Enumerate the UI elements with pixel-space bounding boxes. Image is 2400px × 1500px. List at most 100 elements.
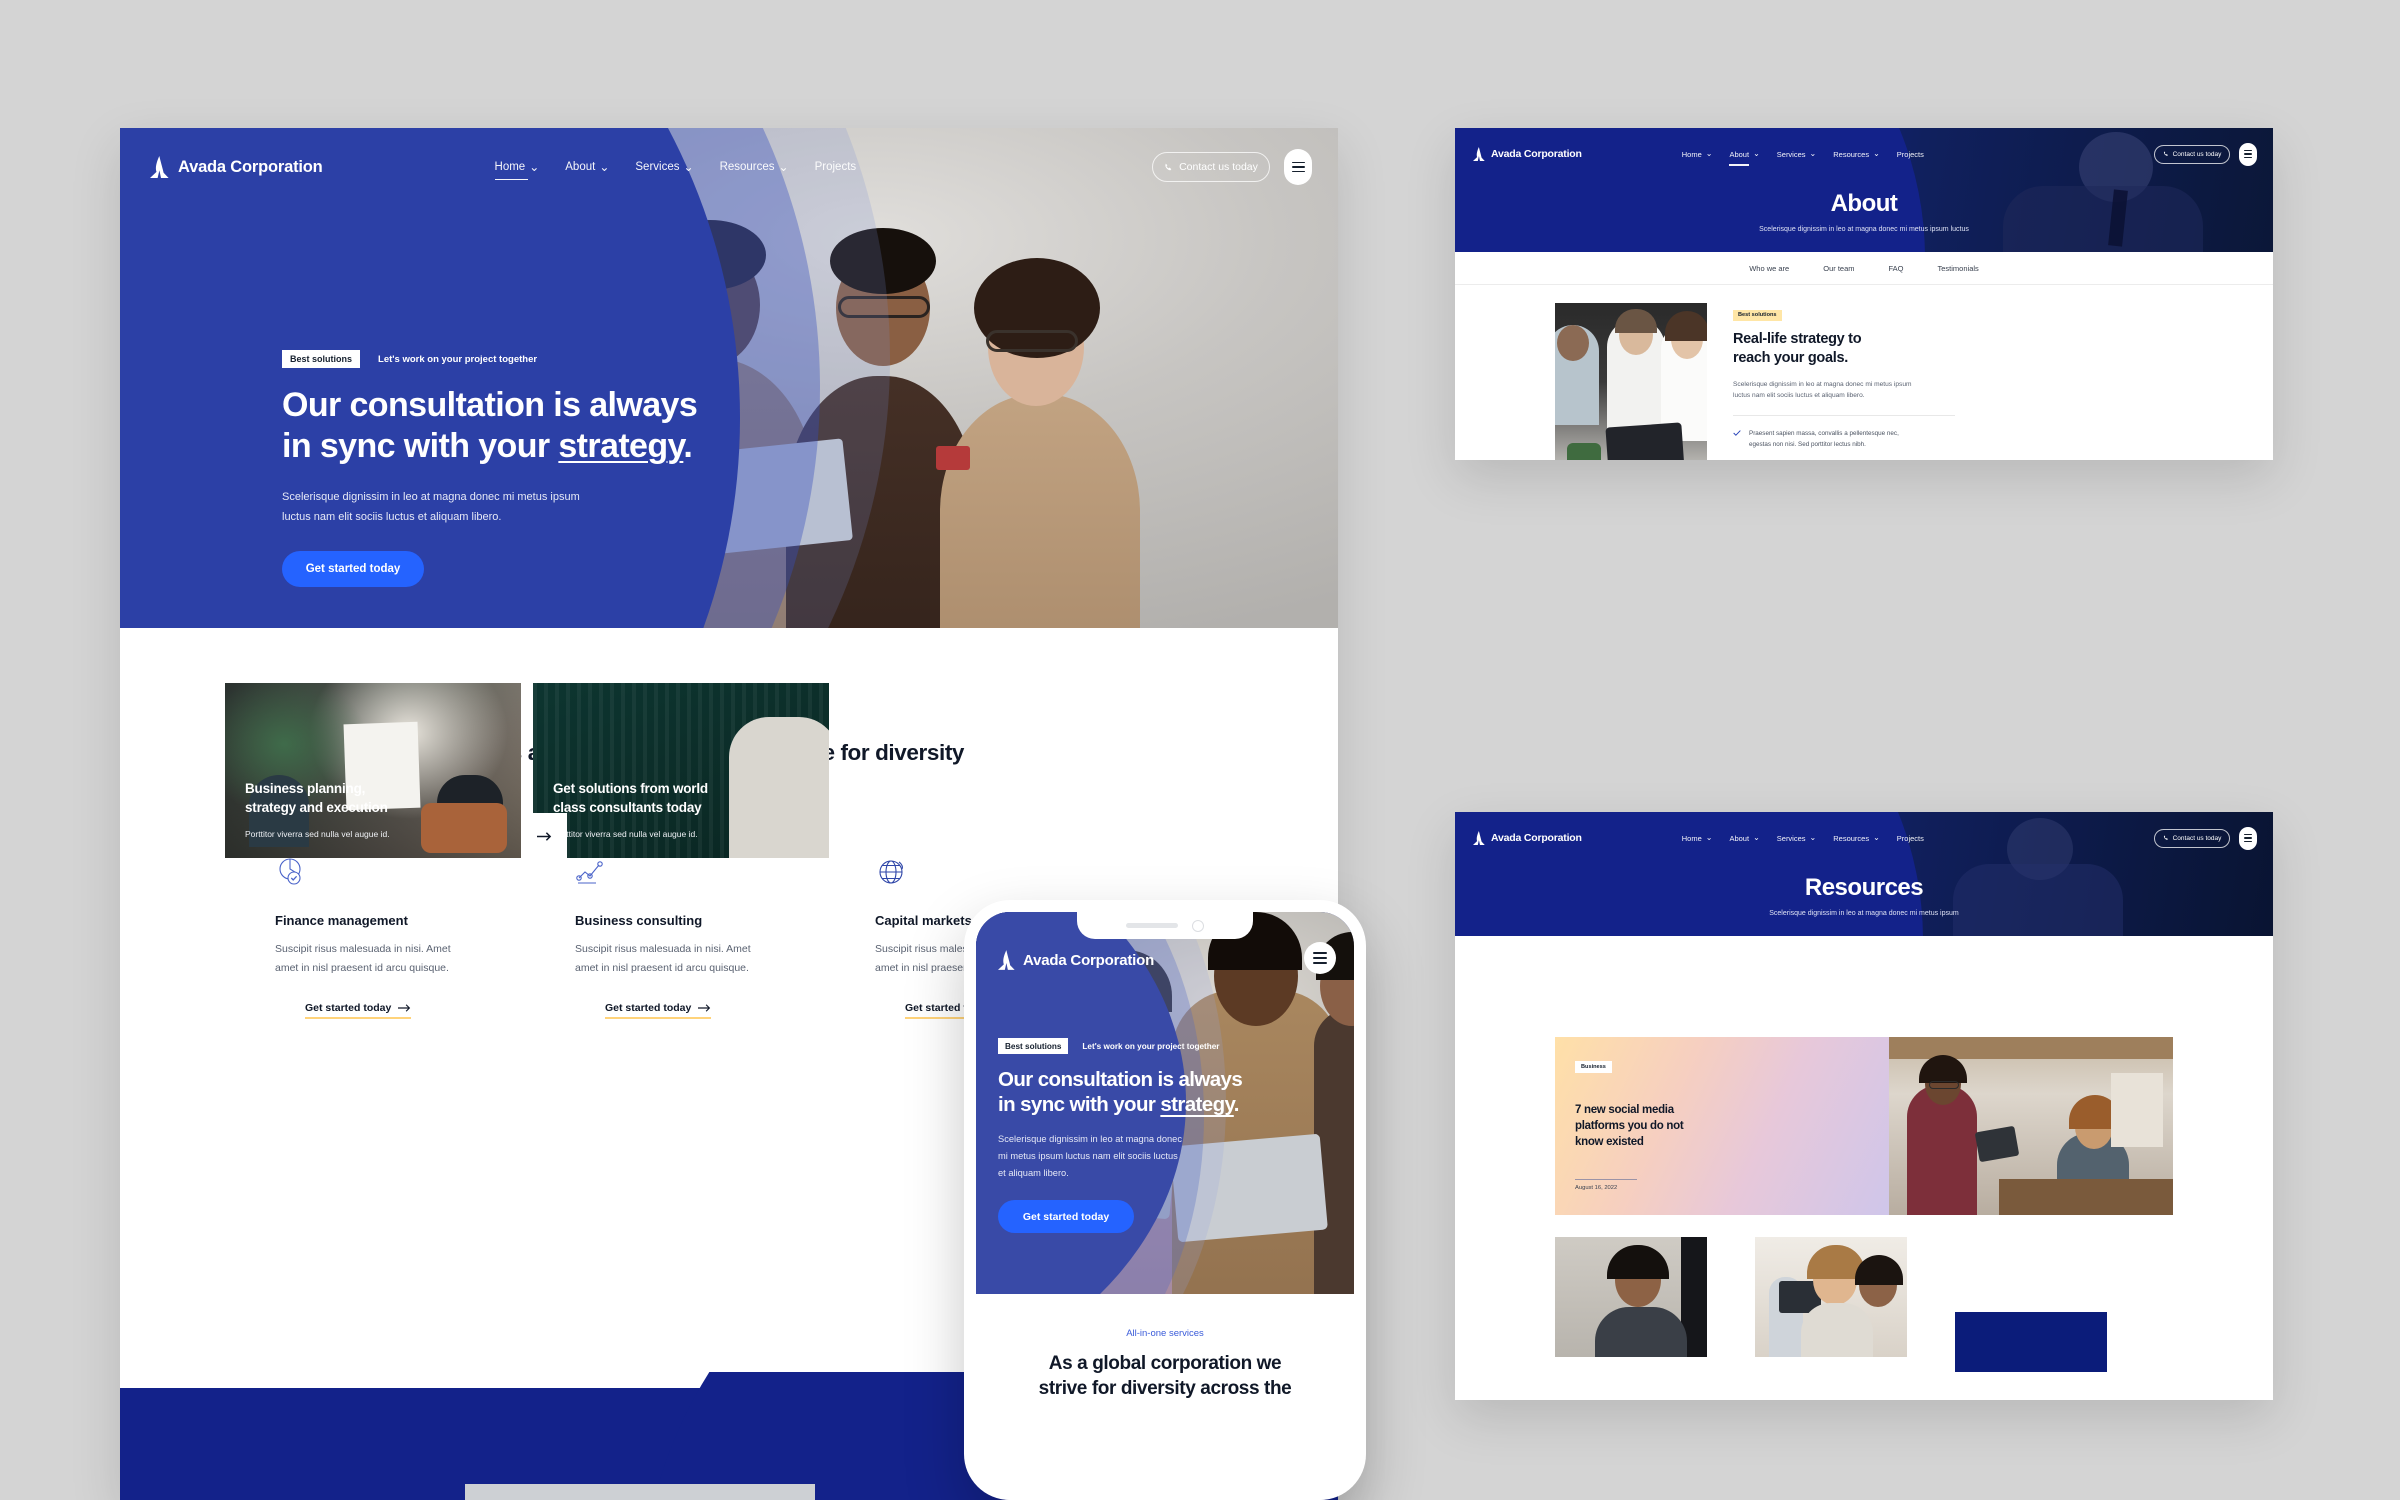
about-subnav-faq[interactable]: FAQ: [1889, 264, 1904, 273]
about-subnav-who-we-are[interactable]: Who we are: [1749, 264, 1789, 273]
nav-item-resources[interactable]: Resources ⌄: [1833, 834, 1880, 843]
nav-item-home-label: Home: [1681, 833, 1702, 843]
chevron-down-icon: ⌄: [778, 160, 789, 174]
mobile-hamburger-menu-icon[interactable]: [1304, 942, 1336, 974]
brand-logo[interactable]: Avada Corporation: [1473, 831, 1582, 845]
mobile-services-section: All-in-one services As a global corporat…: [976, 1294, 1354, 1401]
resources-featured-date: August 16, 2022: [1575, 1179, 1637, 1191]
service-card-business-consulting[interactable]: Business consulting Suscipit risus males…: [575, 856, 875, 1019]
about-heading-line-1: Real-life strategy to: [1733, 331, 1862, 347]
nav-item-home[interactable]: Home ⌄: [1682, 834, 1713, 843]
nav-item-services[interactable]: Services ⌄: [1777, 150, 1816, 159]
nav-links: Home ⌄ About ⌄ Services ⌄ Resources ⌄ Projec…: [1682, 150, 1924, 166]
phone-icon: [2163, 835, 2168, 840]
resources-featured-post[interactable]: Business 7 new social media platforms yo…: [1555, 1037, 1889, 1215]
pie-chart-check-icon: [279, 858, 301, 885]
contact-us-button[interactable]: Contact us today: [2154, 144, 2230, 164]
nav-item-about-label: About: [1729, 833, 1750, 843]
hero-get-started-button[interactable]: Get started today: [282, 551, 424, 587]
nav-item-projects[interactable]: Projects: [815, 161, 857, 173]
avada-flame-logo-icon: [1473, 831, 1485, 845]
service-card-finance-management[interactable]: Finance management Suscipit risus malesu…: [275, 856, 575, 1019]
resources-featured-photo: [1889, 1037, 2173, 1215]
hero-title: Our consultation is always in sync with …: [282, 385, 698, 467]
nav-item-projects[interactable]: Projects: [1897, 150, 1924, 159]
mobile-services-heading-line-2: strive for diversity across the: [1038, 1378, 1292, 1399]
phone-screen: Avada Corporation Best solutions Let's w…: [976, 912, 1354, 1500]
service-link-label: Get started today: [605, 1002, 692, 1014]
photo-card-get-solutions[interactable]: Get solutions from world class consultan…: [533, 683, 829, 858]
mobile-brand-name: Avada Corporation: [1023, 951, 1155, 969]
photo-card-title: Get solutions from world class consultan…: [553, 779, 708, 817]
photo-card-next-arrow-button[interactable]: [521, 813, 567, 859]
chevron-down-icon: ⌄: [1873, 833, 1880, 842]
mobile-get-started-button[interactable]: Get started today: [998, 1200, 1134, 1233]
service-link[interactable]: Get started today: [605, 1002, 712, 1019]
nav-item-resources-label: Resources: [719, 161, 775, 173]
about-page-mockup: Avada Corporation Home ⌄ About ⌄ Services ⌄…: [1455, 128, 2273, 460]
hamburger-menu-icon[interactable]: [2239, 142, 2257, 166]
mobile-hero-title: Our consultation is always in sync with …: [998, 1067, 1243, 1117]
mobile-services-heading: As a global corporation we strive for di…: [976, 1351, 1354, 1401]
resources-thumb-3[interactable]: [1955, 1312, 2107, 1372]
about-check-line-2: egestas non nisi. Sed porttitor lectus n…: [1749, 440, 1866, 448]
hamburger-menu-icon[interactable]: [1284, 149, 1312, 185]
brand-logo[interactable]: Avada Corporation: [150, 156, 323, 178]
nav-item-home[interactable]: Home ⌄: [494, 161, 539, 180]
nav-item-home-label: Home: [1681, 149, 1702, 159]
resources-thumb-2[interactable]: [1755, 1237, 1907, 1357]
mobile-hero-paragraph-line-1: Scelerisque dignissim in leo at magna do…: [998, 1134, 1182, 1144]
nav-item-home[interactable]: Home ⌄: [1682, 150, 1713, 159]
hero-badge: Best solutions: [282, 350, 361, 368]
mobile-services-heading-line-1: As a global corporation we: [1048, 1353, 1282, 1374]
nav-item-about[interactable]: About ⌄: [1729, 150, 1760, 166]
brand-logo[interactable]: Avada Corporation: [1473, 147, 1582, 161]
resources-featured-title: 7 new social media platforms you do not …: [1575, 1102, 1684, 1150]
service-body-line-1: Suscipit risus malesuada in nisi. Amet: [575, 943, 751, 955]
about-text-block: Best solutions Real-life strategy to rea…: [1733, 303, 2023, 460]
service-link[interactable]: Get started today: [305, 1002, 412, 1019]
contact-us-label: Contact us today: [1179, 161, 1258, 173]
mobile-brand-logo[interactable]: Avada Corporation: [998, 950, 1154, 970]
about-heading: Real-life strategy to reach your goals.: [1733, 330, 2023, 368]
resources-page-subtitle: Scelerisque dignissim in leo at magna do…: [1769, 910, 1959, 917]
about-subnav-our-team[interactable]: Our team: [1823, 264, 1854, 273]
resources-featured-title-line-2: platforms you do not: [1575, 1120, 1684, 1132]
about-photo: [1555, 303, 1707, 460]
brand-name: Avada Corporation: [178, 157, 323, 176]
nav-item-about[interactable]: About ⌄: [565, 161, 609, 173]
nav-item-resources[interactable]: Resources ⌄: [1833, 150, 1880, 159]
nav-item-projects-label: Projects: [1896, 833, 1924, 843]
mobile-hero-paragraph-line-2: mi metus ipsum luctus nam elit sociis lu…: [998, 1151, 1178, 1161]
contact-us-button[interactable]: Contact us today: [1152, 152, 1270, 182]
globe-icon: [879, 860, 903, 884]
about-hero: Avada Corporation Home ⌄ About ⌄ Services ⌄…: [1455, 128, 2273, 252]
nav-item-projects-label: Projects: [1896, 149, 1924, 159]
hero-paragraph-line-1: Scelerisque dignissim in leo at magna do…: [282, 491, 580, 503]
nav-item-services[interactable]: Services ⌄: [1777, 834, 1816, 843]
hamburger-menu-icon[interactable]: [2239, 826, 2257, 850]
service-link-label: Get started today: [305, 1002, 392, 1014]
hero-kicker: Let's work on your project together: [378, 353, 538, 365]
contact-us-button[interactable]: Contact us today: [2154, 828, 2230, 848]
nav-item-services[interactable]: Services ⌄: [635, 161, 693, 173]
mobile-hero-title-line-2-post: .: [1233, 1093, 1240, 1116]
about-subnav-testimonials[interactable]: Testimonials: [1938, 264, 1979, 273]
nav-item-resources[interactable]: Resources ⌄: [720, 161, 789, 173]
about-paragraph-line-2: luctus nam elit sociis luctus et aliquam…: [1733, 392, 1865, 399]
mobile-hero-badge: Best solutions: [998, 1038, 1069, 1054]
screenshot-canvas: Avada Corporation Home ⌄ About ⌄ Service…: [0, 0, 2400, 1500]
service-title: Finance management: [275, 913, 408, 928]
mobile-hero-title-line-2: in sync with your strategy.: [998, 1092, 1242, 1117]
phone-speaker: [1126, 923, 1178, 928]
nav-item-projects[interactable]: Projects: [1897, 834, 1924, 843]
photo-card-business-planning[interactable]: Business planning, strategy and executio…: [225, 683, 521, 858]
phone-notch: [1077, 912, 1253, 939]
nav-item-about[interactable]: About ⌄: [1729, 834, 1759, 843]
resources-top-navigation: Avada Corporation Home ⌄ About ⌄ Services ⌄…: [1455, 816, 2273, 860]
chevron-down-icon: ⌄: [683, 160, 694, 174]
service-title: Business consulting: [575, 913, 703, 928]
resources-thumb-1[interactable]: [1555, 1237, 1707, 1357]
chevron-down-icon: ⌄: [1809, 149, 1817, 158]
phone-icon: [2163, 151, 2168, 156]
